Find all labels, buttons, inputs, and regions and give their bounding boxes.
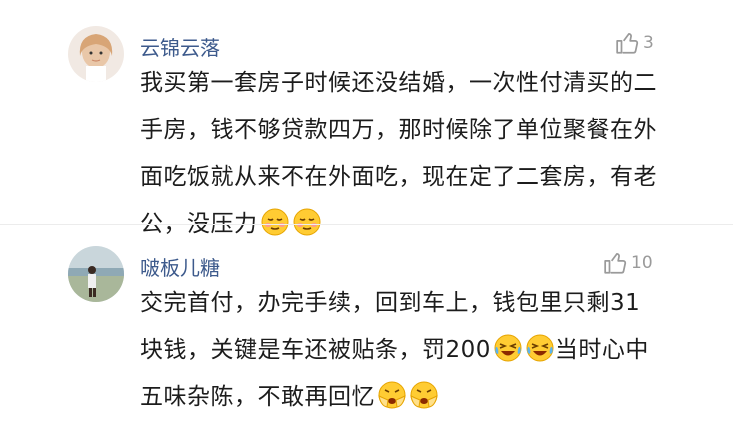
- laugh-cry-face-icon: [525, 333, 555, 363]
- smirk-face-icon: [292, 207, 322, 237]
- comment-line: 面吃饭就从来不在外面吃，现在定了二套房，有老: [140, 164, 657, 190]
- comment-line: 五味杂陈，不敢再回忆: [140, 374, 680, 421]
- username[interactable]: 啵板儿糖: [140, 252, 220, 281]
- girl-avatar-icon: [68, 26, 124, 82]
- username[interactable]: 云锦云落: [140, 32, 220, 61]
- comment-line: 手房，钱不够贷款四万，那时候除了单位聚餐在外: [140, 117, 657, 143]
- beach-person-avatar-icon: [68, 246, 124, 302]
- smirk-face-icon: [260, 207, 290, 237]
- crying-hands-face-icon: [377, 380, 407, 410]
- comment-line: 我买第一套房子时候还没结婚，一次性付清买的二: [140, 70, 657, 96]
- like-count: 3: [643, 33, 654, 53]
- comment-line: 交完首付，办完手续，回到车上，钱包里只剩31: [140, 290, 641, 316]
- like-button[interactable]: 10: [603, 250, 653, 276]
- like-count: 10: [631, 253, 653, 273]
- comment-text: 交完首付，办完手续，回到车上，钱包里只剩31 块钱，关键是车还被贴条，罚200 当…: [140, 280, 680, 421]
- comment-text: 我买第一套房子时候还没结婚，一次性付清买的二 手房，钱不够贷款四万，那时候除了单…: [140, 60, 680, 248]
- like-button[interactable]: 3: [615, 30, 654, 56]
- comment-line-text: 五味杂陈，不敢再回忆: [140, 384, 375, 410]
- thumbs-up-icon: [616, 33, 639, 54]
- avatar[interactable]: [68, 246, 124, 302]
- laugh-cry-face-icon: [493, 333, 523, 363]
- comment-line-text: 块钱，关键是车还被贴条，罚200: [140, 337, 491, 363]
- comment-line: 块钱，关键是车还被贴条，罚200 当时心中: [140, 327, 680, 374]
- avatar[interactable]: [68, 26, 124, 82]
- crying-hands-face-icon: [409, 380, 439, 410]
- comment-line-suffix: 当时心中: [554, 337, 649, 363]
- thumbs-up-icon: [604, 253, 627, 274]
- comment-divider: [0, 224, 733, 225]
